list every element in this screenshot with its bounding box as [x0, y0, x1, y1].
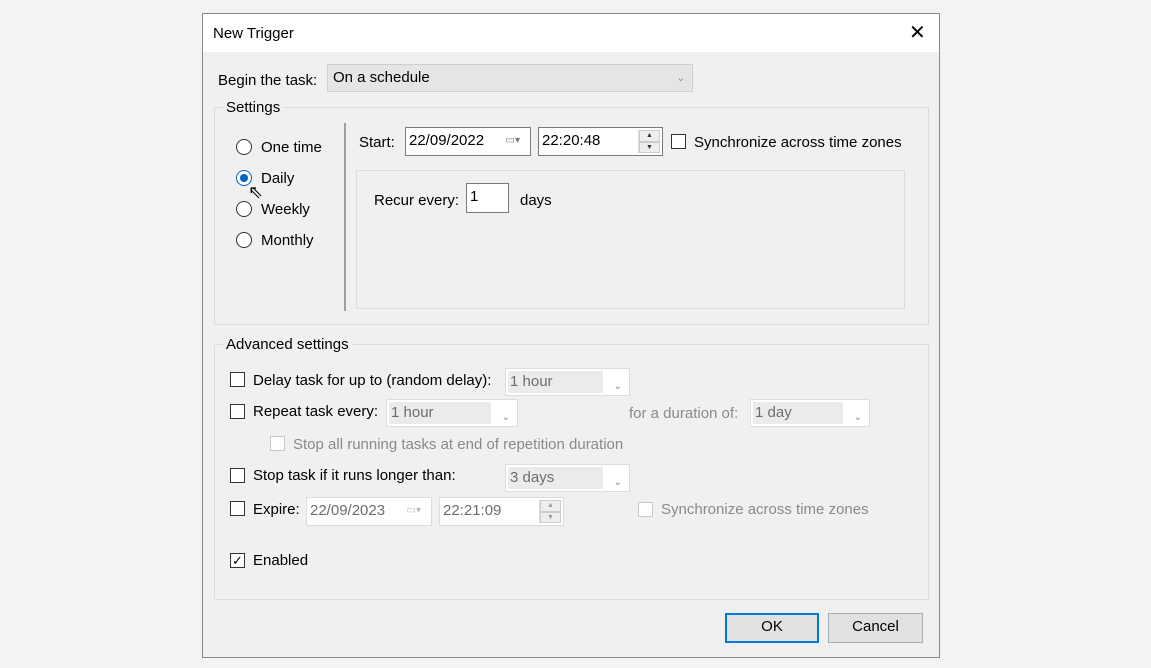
time-spinner[interactable]: ▲ ▼	[539, 500, 561, 523]
checkmark-icon: ✓	[232, 553, 243, 568]
start-time: 22:20:48	[542, 132, 601, 149]
radio-button[interactable]	[236, 139, 252, 155]
delay-checkbox[interactable]	[230, 372, 245, 387]
start-date-picker[interactable]: 22/09/2022 ▭▾	[405, 127, 531, 156]
recur-label: Recur every:	[374, 192, 460, 209]
start-label: Start:	[359, 134, 395, 151]
ok-button[interactable]: OK	[725, 613, 819, 643]
recur-input[interactable]: 1	[466, 183, 509, 213]
calendar-icon[interactable]: ▭▾	[506, 128, 520, 154]
duration-label: for a duration of:	[629, 405, 739, 422]
begin-value: On a schedule	[333, 69, 430, 86]
time-spinner[interactable]: ▲ ▼	[638, 130, 660, 153]
stop-label: Stop task if it runs longer than:	[253, 467, 456, 484]
cancel-button[interactable]: Cancel	[828, 613, 923, 643]
title-bar: New Trigger ✕	[203, 14, 939, 52]
repeat-combo[interactable]: 1 hour ⌄	[386, 399, 518, 427]
stop-all-label: Stop all running tasks at end of repetit…	[293, 436, 624, 453]
chevron-down-icon: ⌄	[613, 381, 622, 392]
chevron-down-icon: ⌄	[501, 412, 510, 423]
expire-checkbox[interactable]	[230, 501, 245, 516]
spin-down-icon[interactable]: ▼	[540, 511, 561, 523]
expire-sync-label: Synchronize across time zones	[661, 501, 869, 518]
spin-up-icon[interactable]: ▲	[540, 500, 561, 512]
recur-unit: days	[520, 192, 552, 209]
repeat-label: Repeat task every:	[253, 403, 379, 420]
spin-up-icon[interactable]: ▲	[639, 130, 660, 142]
repeat-value: 1 hour	[389, 402, 491, 424]
expire-label: Expire:	[253, 501, 300, 518]
begin-task-combo[interactable]: On a schedule ⌄	[327, 64, 693, 92]
chevron-down-icon: ⌄	[613, 477, 622, 488]
radio-label: Monthly	[261, 232, 314, 249]
expire-date-picker[interactable]: 22/09/2023 ▭▾	[306, 497, 432, 526]
radio-label: Weekly	[261, 201, 310, 218]
delay-value: 1 hour	[508, 371, 603, 393]
recur-panel	[356, 170, 905, 309]
chevron-down-icon: ⌄	[676, 73, 685, 84]
chevron-down-icon: ⌄	[853, 412, 862, 423]
new-trigger-dialog: New Trigger ✕ Begin the task: On a sched…	[202, 13, 940, 658]
expire-date: 22/09/2023	[310, 502, 386, 519]
enabled-label: Enabled	[253, 552, 309, 569]
sync-checkbox[interactable]	[671, 134, 686, 149]
delay-label: Delay task for up to (random delay):	[253, 372, 492, 389]
start-date: 22/09/2022	[409, 132, 485, 149]
enabled-checkbox[interactable]: ✓	[230, 553, 245, 568]
expire-sync-checkbox[interactable]	[638, 502, 653, 517]
recur-value: 1	[470, 188, 479, 205]
settings-title: Settings	[223, 99, 284, 116]
calendar-icon[interactable]: ▭▾	[407, 498, 421, 524]
start-time-field[interactable]: 22:20:48 ▲ ▼	[538, 127, 663, 156]
duration-combo[interactable]: 1 day ⌄	[750, 399, 870, 427]
radio-label: Daily	[261, 170, 295, 187]
mouse-cursor-icon: ⇖	[248, 182, 264, 202]
radio-button[interactable]	[236, 201, 252, 217]
stop-value: 3 days	[508, 467, 603, 489]
begin-label: Begin the task:	[218, 72, 318, 89]
radio-button[interactable]	[236, 232, 252, 248]
advanced-title: Advanced settings	[223, 336, 352, 353]
duration-value: 1 day	[753, 402, 843, 424]
expire-time-field[interactable]: 22:21:09 ▲ ▼	[439, 497, 564, 526]
divider	[344, 123, 346, 311]
radio-label: One time	[261, 139, 322, 156]
close-icon[interactable]: ✕	[909, 20, 926, 45]
stop-checkbox[interactable]	[230, 468, 245, 483]
expire-time: 22:21:09	[443, 502, 502, 519]
sync-label: Synchronize across time zones	[694, 134, 902, 151]
dialog-title: New Trigger	[213, 25, 294, 42]
spin-down-icon[interactable]: ▼	[639, 141, 660, 153]
delay-combo[interactable]: 1 hour ⌄	[505, 368, 630, 396]
stop-combo[interactable]: 3 days ⌄	[505, 464, 630, 492]
repeat-checkbox[interactable]	[230, 404, 245, 419]
stop-all-checkbox[interactable]	[270, 436, 285, 451]
